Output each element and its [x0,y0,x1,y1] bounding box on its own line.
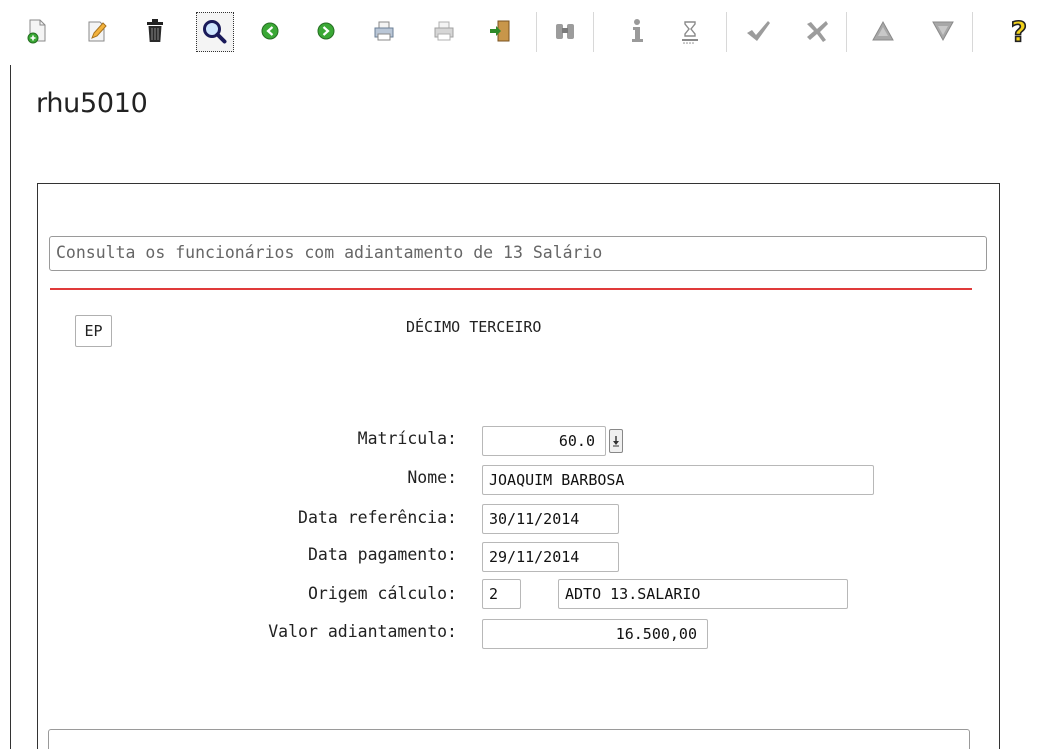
toolbar-separator [846,12,847,52]
binoculars-icon [556,24,574,39]
question-icon: ? [1010,16,1028,46]
origem-descricao-field[interactable]: ADTO 13.SALARIO [558,579,848,609]
help-button[interactable]: ? [1004,14,1034,48]
info-icon [632,19,643,42]
data-pagamento-label: Data pagamento: [307,545,457,564]
new-document-icon [27,19,46,44]
checkmark-icon [747,21,770,41]
confirm-button[interactable] [743,14,773,48]
bottom-panel [48,729,970,749]
arrow-right-icon [317,22,335,40]
nome-label: Nome: [407,468,457,487]
cancel-button[interactable] [802,14,832,48]
origem-calculo-label: Origem cálculo: [307,584,457,603]
search-button[interactable] [196,12,234,52]
toolbar-separator [972,12,973,52]
toolbar-separator [593,12,594,52]
section-title: DÉCIMO TERCEIRO [406,318,542,336]
arrow-left-icon [261,22,279,40]
previous-button[interactable] [255,14,285,48]
ep-button[interactable]: EP [75,315,112,347]
window-frame-left [10,65,11,749]
pencil-icon [88,21,107,42]
delete-record-button[interactable] [140,14,170,48]
magnifier-icon [203,20,227,44]
data-pagamento-field[interactable]: 29/11/2014 [482,542,619,572]
svg-text:?: ? [1011,16,1027,46]
hourglass-button[interactable] [675,14,705,48]
toolbar-separator [536,12,537,52]
valor-adiantamento-label: Valor adiantamento: [268,622,457,641]
new-record-button[interactable] [22,14,52,48]
nome-field[interactable]: JOAQUIM BARBOSA [482,465,874,495]
arrow-down-icon [613,436,619,447]
data-referencia-field[interactable]: 30/11/2014 [482,504,619,534]
triangle-up-icon [872,20,894,41]
info-button[interactable] [622,14,652,48]
next-button[interactable] [311,14,341,48]
program-description: Consulta os funcionários com adiantament… [49,236,987,271]
section-divider [50,288,972,290]
toolbar-separator [726,12,727,52]
up-button[interactable] [868,14,898,48]
hourglass-icon [682,21,698,44]
printer-icon [374,21,394,41]
exit-button[interactable] [485,14,515,48]
exit-door-icon [490,20,510,42]
edit-record-button[interactable] [82,14,112,48]
print-button[interactable] [369,14,399,48]
valor-adiantamento-field[interactable]: 16.500,00 [482,619,708,649]
origem-codigo-field[interactable]: 2 [482,579,521,609]
trash-icon [147,19,163,42]
zoom-button[interactable] [550,14,580,48]
cancel-icon [807,21,828,42]
toolbar: ? [0,0,1043,62]
matricula-field[interactable]: 60.0 [482,426,606,456]
data-referencia-label: Data referência: [298,508,457,527]
printer-icon [434,21,454,41]
print-disabled-button[interactable] [429,14,459,48]
program-title: rhu5010 [36,88,148,119]
matricula-label: Matrícula: [357,429,457,448]
matricula-zoom-button[interactable] [609,429,623,453]
down-button[interactable] [928,14,958,48]
triangle-down-icon [932,21,954,42]
